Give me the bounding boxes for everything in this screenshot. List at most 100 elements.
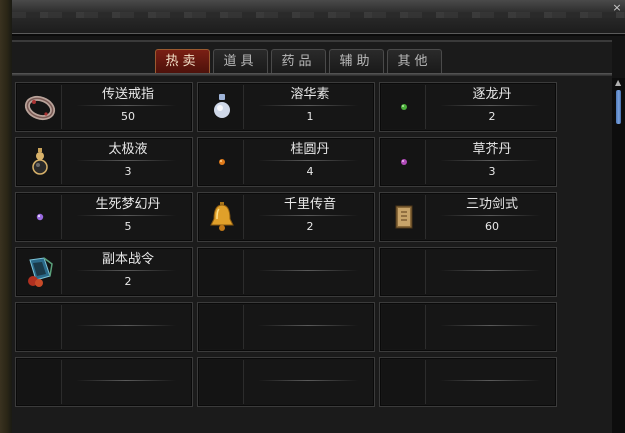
item-name: 三功剑式 [465,197,518,212]
item-slot-empty[interactable] [379,247,557,297]
item-quantity [246,274,374,290]
item-slot[interactable]: 逐龙丹 2 [379,82,557,132]
empty-icon-slot [382,250,426,294]
item-quantity [64,384,192,400]
item-quantity: 50 [121,110,135,123]
item-slot-empty[interactable] [379,302,557,352]
item-name: 溶华素 [290,87,330,102]
empty-icon-slot [200,250,244,294]
item-slot[interactable]: 草芥丹 3 [379,137,557,187]
close-button[interactable]: × [611,2,623,14]
tab-hot-sale[interactable]: 热卖 [155,49,210,73]
scene-edge [0,0,12,433]
scroll-book-icon [382,195,426,239]
tab-other[interactable]: 其他 [387,49,442,73]
item-name [428,306,556,324]
item-name: 千里传音 [283,197,336,212]
item-name: 逐龙丹 [472,87,512,102]
item-quantity: 2 [124,275,132,288]
empty-icon-slot [382,305,426,349]
scroll-up-arrow-icon[interactable]: ▲ [615,78,621,87]
item-quantity: 2 [488,110,496,123]
item-name [428,251,556,269]
empty-icon-slot [200,360,244,404]
divider [258,215,358,216]
divider [440,160,540,161]
item-slot[interactable]: 桂圆丹 4 [197,137,375,187]
tab-auxiliary[interactable]: 辅助 [329,49,384,73]
item-quantity [428,329,556,345]
item-slot-empty[interactable] [197,247,375,297]
item-name [64,306,192,324]
item-quantity: 3 [488,165,496,178]
divider [440,215,540,216]
item-slot[interactable]: 传送戒指 50 [15,82,193,132]
item-name: 桂圆丹 [290,142,330,157]
item-quantity: 1 [306,110,314,123]
empty-icon-slot [382,360,426,404]
scroll-thumb[interactable] [616,90,621,124]
item-quantity: 3 [124,165,132,178]
item-quantity [246,384,374,400]
item-quantity: 2 [306,220,314,233]
item-name [246,361,374,379]
divider [258,160,358,161]
item-quantity: 5 [124,220,132,233]
item-slot[interactable]: 太极液 3 [15,137,193,187]
item-quantity [246,329,374,345]
vertical-scrollbar[interactable]: ▲ [612,78,625,433]
item-slot-empty[interactable] [379,357,557,407]
empty-icon-slot [18,360,62,404]
divider [76,215,176,216]
item-slot[interactable]: 生死梦幻丹 5 [15,192,193,242]
item-slot-empty[interactable] [15,357,193,407]
divider [440,380,540,381]
category-tabs: 热卖 道具 药品 辅助 其他 [155,49,442,73]
ring-icon [18,85,62,129]
divider [76,325,176,326]
bell-icon [200,195,244,239]
tab-divider [12,73,612,76]
item-name [64,361,192,379]
divider [258,105,358,106]
item-name: 传送戒指 [101,87,154,102]
item-name: 太极液 [108,142,148,157]
item-name: 副本战令 [101,252,154,267]
tab-medicine[interactable]: 药品 [271,49,326,73]
empty-icon-slot [200,305,244,349]
violet-pill-icon [18,195,62,239]
item-slot-empty[interactable] [197,357,375,407]
window-title-bar: × [12,0,625,36]
item-grid: 传送戒指 50 溶华素 1 逐龙丹 2 太极液 3 桂圆丹 4 草芥丹 3 生死… [15,82,557,407]
divider [440,105,540,106]
empty-icon-slot [18,305,62,349]
shop-window: × 热卖 道具 药品 辅助 其他 传送戒指 50 溶华素 1 逐龙丹 2 太极液… [0,0,625,433]
item-quantity: 60 [485,220,499,233]
item-slot[interactable]: 三功剑式 60 [379,192,557,242]
divider [440,270,540,271]
item-name: 生死梦幻丹 [95,197,161,212]
gourd-flask-icon [18,140,62,184]
green-pill-icon [382,85,426,129]
item-quantity [428,384,556,400]
divider [258,380,358,381]
divider [258,325,358,326]
item-name [246,251,374,269]
divider [76,270,176,271]
purple-pill-icon [382,140,426,184]
item-name [246,306,374,324]
item-slot-empty[interactable] [15,302,193,352]
potion-bottle-icon [200,85,244,129]
tab-props[interactable]: 道具 [213,49,268,73]
item-quantity [64,329,192,345]
item-slot[interactable]: 千里传音 2 [197,192,375,242]
divider [440,325,540,326]
battle-token-icon [18,250,62,294]
item-name: 草芥丹 [472,142,512,157]
orange-pill-icon [200,140,244,184]
item-slot[interactable]: 溶华素 1 [197,82,375,132]
item-slot-empty[interactable] [197,302,375,352]
item-quantity: 4 [306,165,314,178]
item-slot[interactable]: 副本战令 2 [15,247,193,297]
divider [76,105,176,106]
